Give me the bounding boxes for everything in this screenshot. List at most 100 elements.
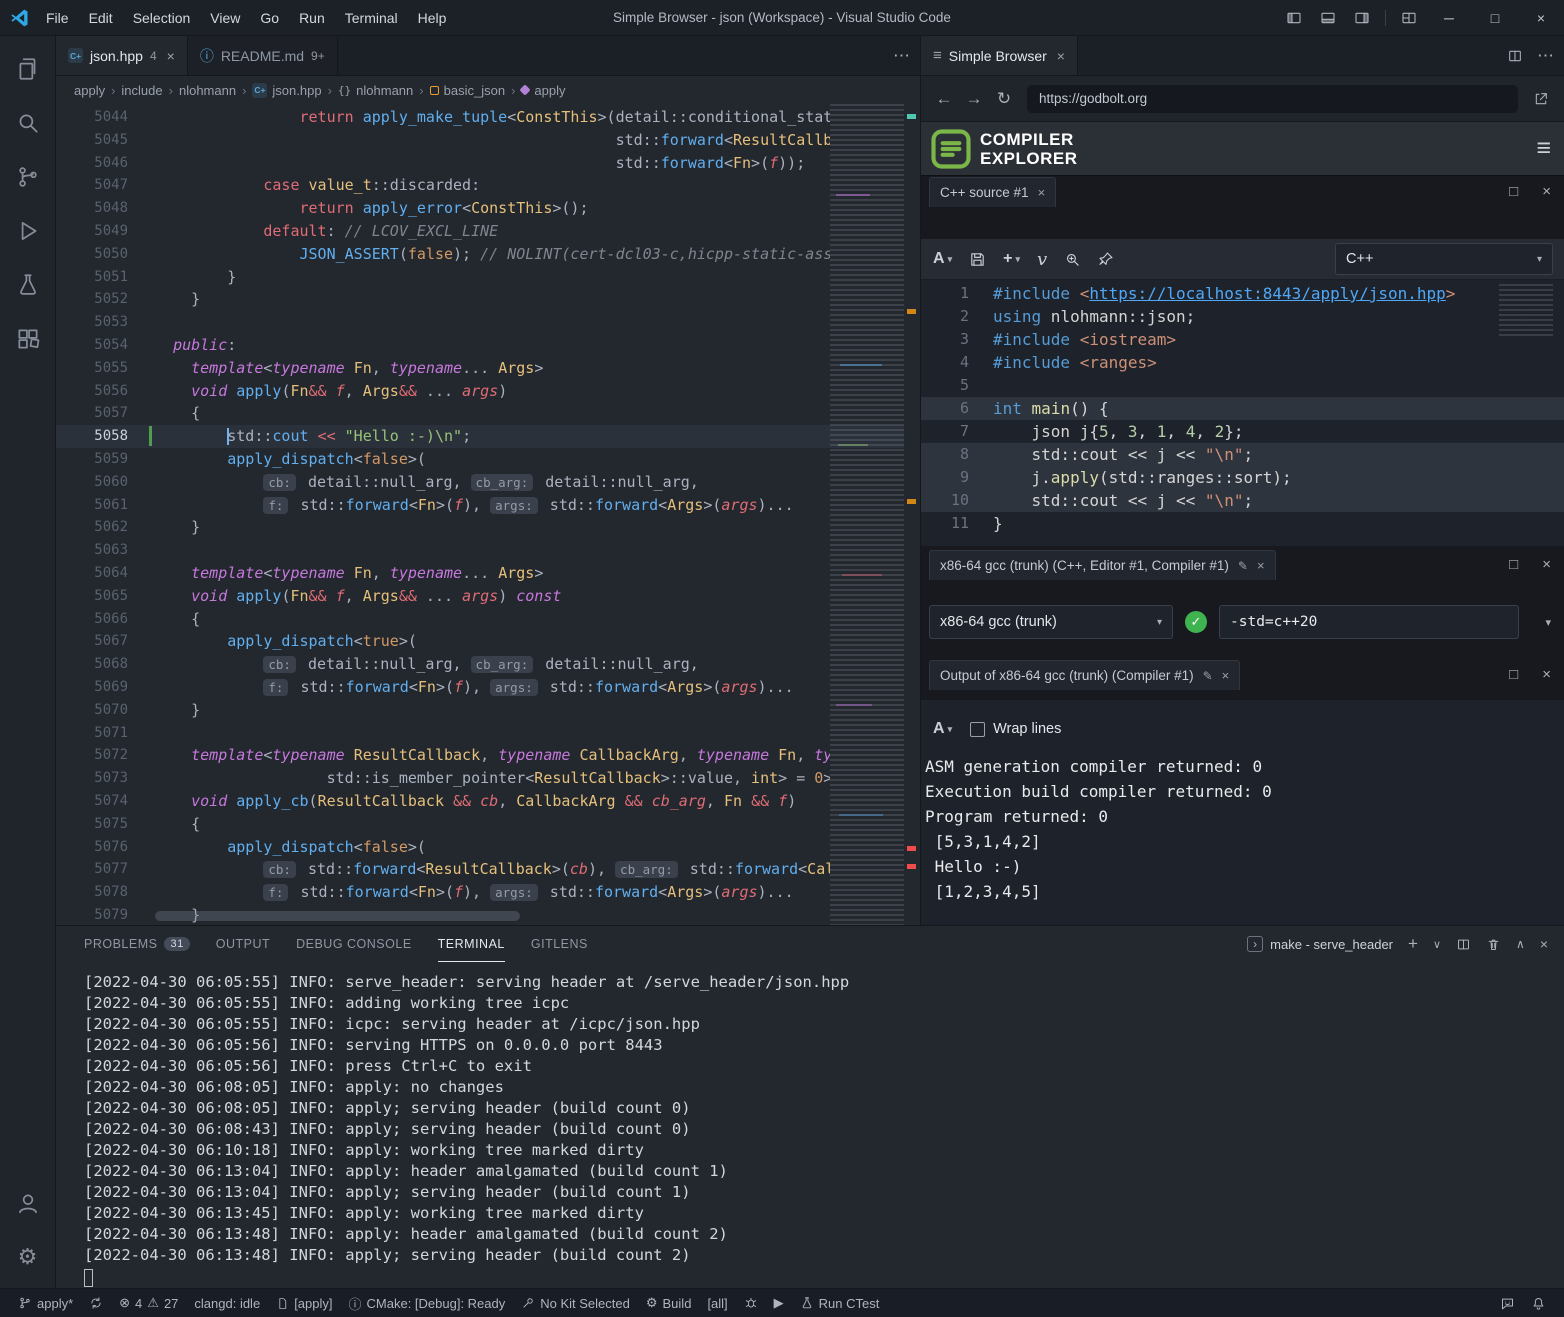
breadcrumb-include[interactable]: include [121, 83, 162, 98]
maximize-pane-icon[interactable]: □ [1509, 183, 1518, 200]
source-control-icon[interactable] [4, 150, 52, 204]
language-select[interactable]: C++ ▾ [1335, 243, 1553, 275]
maximize-pane-icon[interactable]: □ [1509, 666, 1518, 683]
tab-gitlens[interactable]: GITLENS [531, 926, 588, 962]
compiler-select[interactable]: x86-64 gcc (trunk) ▾ [929, 605, 1173, 639]
menu-view[interactable]: View [200, 0, 250, 36]
toggle-sidebar-icon[interactable] [1277, 0, 1311, 36]
cmake-kit-item[interactable]: No Kit Selected [513, 1289, 638, 1317]
build-target-item[interactable]: [all] [699, 1289, 735, 1317]
editor-more-actions-icon[interactable]: ⋯ [893, 46, 910, 66]
close-pane-icon[interactable]: × [1257, 558, 1265, 573]
split-editor-icon[interactable] [1507, 48, 1523, 64]
breadcrumb-nlohmann-ns[interactable]: nlohmann [356, 83, 413, 98]
hamburger-menu-icon[interactable]: ≡ [1536, 134, 1551, 163]
cmake-project-item[interactable]: [apply] [268, 1289, 340, 1317]
tab-readme-md[interactable]: ⓘ README.md 9+ [188, 36, 338, 75]
close-window-button[interactable]: × [1518, 0, 1564, 36]
testing-icon[interactable] [4, 258, 52, 312]
breadcrumb-apply-dir[interactable]: apply [74, 83, 105, 98]
explorer-icon[interactable] [4, 42, 52, 96]
toggle-panel-icon[interactable] [1311, 0, 1345, 36]
tab-simple-browser[interactable]: ≡ Simple Browser × [921, 36, 1078, 75]
terminal-dropdown-icon[interactable]: ∨ [1433, 938, 1441, 951]
clangd-status-item[interactable]: clangd: idle [186, 1289, 268, 1317]
output-pane-tab[interactable]: Output of x86-64 gcc (trunk) (Compiler #… [929, 660, 1240, 690]
toggle-secondary-sidebar-icon[interactable] [1345, 0, 1379, 36]
pin-icon[interactable] [1098, 251, 1114, 267]
breadcrumb-basic-json[interactable]: basic_json [444, 83, 505, 98]
menu-selection[interactable]: Selection [123, 0, 201, 36]
extensions-icon[interactable] [4, 312, 52, 366]
close-pane-icon[interactable]: × [1038, 185, 1046, 200]
forward-icon[interactable]: → [959, 84, 989, 114]
terminal-session[interactable]: › make - serve_header [1247, 936, 1393, 952]
vim-mode-icon[interactable]: v [1037, 249, 1047, 270]
run-ctest-item[interactable]: Run CTest [792, 1289, 888, 1317]
rename-pane-icon[interactable]: ✎ [1238, 559, 1248, 573]
menu-go[interactable]: Go [250, 0, 289, 36]
close-panel-icon[interactable]: × [1540, 936, 1548, 952]
close-pane-icon[interactable]: × [1542, 183, 1551, 200]
search-icon[interactable] [4, 96, 52, 150]
minimize-button[interactable]: ─ [1426, 0, 1472, 36]
maximize-pane-icon[interactable]: □ [1509, 556, 1518, 573]
breadcrumb-json-hpp[interactable]: json.hpp [272, 83, 321, 98]
ce-source-editor[interactable]: 1#include <https://localhost:8443/apply/… [921, 280, 1564, 546]
settings-gear-icon[interactable]: ⚙ [4, 1230, 52, 1284]
launch-target-icon[interactable]: ▶ [766, 1289, 792, 1317]
reload-icon[interactable]: ↻ [989, 84, 1019, 114]
zoom-icon[interactable] [1064, 251, 1081, 268]
font-size-icon[interactable]: A▾ [933, 720, 952, 738]
compiler-pane-tab[interactable]: x86-64 gcc (trunk) (C++, Editor #1, Comp… [929, 550, 1276, 580]
tab-terminal[interactable]: TERMINAL [438, 926, 505, 962]
notifications-bell-icon[interactable] [1523, 1289, 1554, 1317]
terminal-output[interactable]: [2022-04-30 06:05:55] INFO: serve_header… [56, 962, 1564, 1287]
run-debug-icon[interactable] [4, 204, 52, 258]
feedback-icon[interactable] [1492, 1289, 1523, 1317]
git-branch-item[interactable]: apply* [10, 1289, 81, 1317]
menu-run[interactable]: Run [289, 0, 335, 36]
font-size-icon[interactable]: A▾ [933, 250, 952, 268]
menu-help[interactable]: Help [408, 0, 457, 36]
maximize-button[interactable]: □ [1472, 0, 1518, 36]
options-dropdown-icon[interactable]: ▾ [1545, 616, 1557, 629]
kill-terminal-icon[interactable] [1486, 937, 1501, 952]
menu-terminal[interactable]: Terminal [335, 0, 408, 36]
menu-edit[interactable]: Edit [79, 0, 123, 36]
source-pane-tab[interactable]: C++ source #1 × [929, 177, 1056, 207]
code-editor[interactable]: 5044 return apply_make_tuple<ConstThis>(… [56, 104, 920, 925]
close-pane-icon[interactable]: × [1542, 556, 1551, 573]
minimap[interactable] [830, 104, 904, 925]
close-pane-icon[interactable]: × [1222, 668, 1230, 683]
customize-layout-icon[interactable] [1392, 0, 1426, 36]
split-terminal-icon[interactable] [1456, 937, 1471, 952]
close-pane-icon[interactable]: × [1542, 666, 1551, 683]
sync-changes-item[interactable] [81, 1289, 111, 1317]
problems-item[interactable]: ⊗4 ⚠27 [111, 1289, 186, 1317]
horizontal-scrollbar[interactable] [155, 911, 520, 921]
back-icon[interactable]: ← [929, 84, 959, 114]
tab-json-hpp[interactable]: C+ json.hpp 4 × [56, 36, 188, 75]
open-external-icon[interactable] [1526, 84, 1556, 114]
save-icon[interactable] [969, 251, 986, 268]
close-tab-icon[interactable]: × [1057, 48, 1065, 64]
tab-output[interactable]: OUTPUT [216, 926, 270, 962]
maximize-panel-icon[interactable]: ∧ [1516, 937, 1525, 951]
compiler-explorer-logo[interactable] [931, 129, 971, 169]
cmake-build-item[interactable]: ⚙ Build [638, 1289, 700, 1317]
compiler-options-input[interactable]: -std=c++20 [1219, 605, 1519, 639]
debug-target-icon[interactable] [736, 1289, 766, 1317]
wrap-lines-checkbox[interactable] [970, 722, 985, 737]
breadcrumb-nlohmann-dir[interactable]: nlohmann [179, 83, 236, 98]
tab-problems[interactable]: PROBLEMS31 [84, 926, 190, 962]
rename-pane-icon[interactable]: ✎ [1203, 669, 1213, 683]
browser-more-actions-icon[interactable]: ⋯ [1537, 46, 1554, 66]
tab-debug-console[interactable]: DEBUG CONSOLE [296, 926, 412, 962]
url-input[interactable]: https://godbolt.org [1027, 85, 1518, 113]
breadcrumb-apply-method[interactable]: apply [534, 83, 565, 98]
add-pane-icon[interactable]: +▾ [1003, 250, 1020, 268]
cmake-status-item[interactable]: ⓘ CMake: [Debug]: Ready [341, 1289, 514, 1317]
close-tab-icon[interactable]: × [167, 48, 175, 64]
menu-file[interactable]: File [36, 0, 79, 36]
